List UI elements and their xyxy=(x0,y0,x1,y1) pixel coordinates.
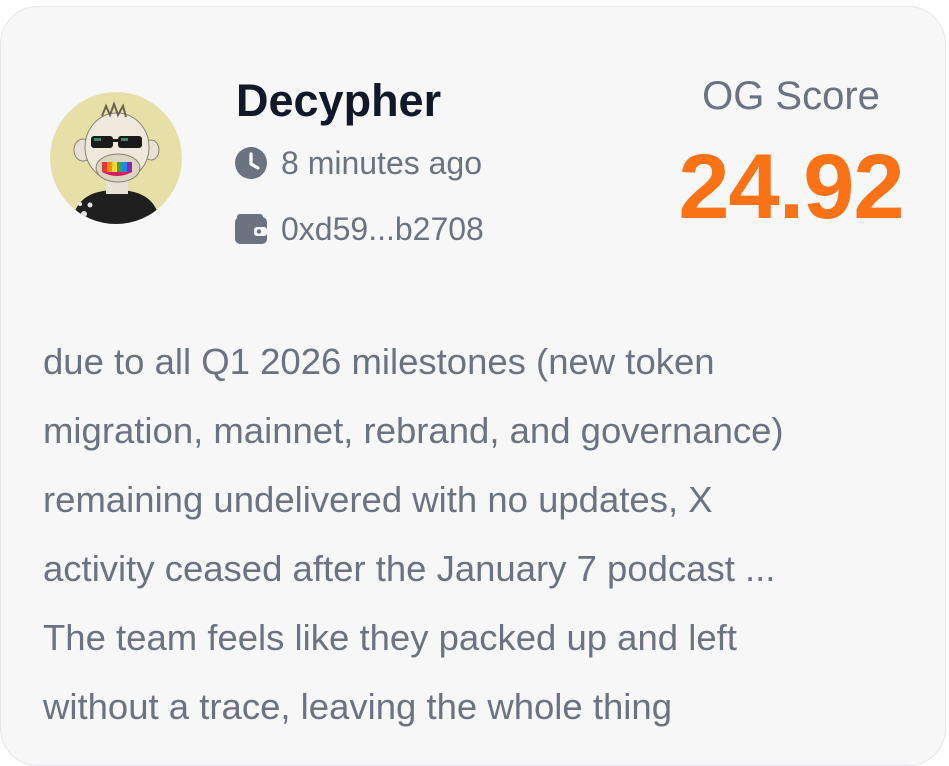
comment-line: The team feels like they packed up and l… xyxy=(43,617,737,658)
post-comment: due to all Q1 2026 milestones (new token… xyxy=(43,327,923,741)
wallet-address-text: 0xd59...b2708 xyxy=(281,211,484,247)
user-avatar[interactable] xyxy=(50,92,182,224)
username[interactable]: Decypher xyxy=(236,75,441,127)
post-time: 8 minutes ago xyxy=(234,143,482,183)
comment-line: without a trace, leaving the whole thing xyxy=(43,686,673,727)
comment-line: activity ceased after the January 7 podc… xyxy=(43,548,776,589)
wallet-icon xyxy=(234,212,268,246)
ape-avatar-icon xyxy=(50,92,182,224)
comment-line: migration, mainnet, rebrand, and governa… xyxy=(43,410,784,451)
comment-line: remaining undelivered with no updates, X xyxy=(43,479,713,520)
clock-icon xyxy=(234,146,268,180)
og-score-value: 24.92 xyxy=(678,136,904,238)
post-card: Decypher 8 minutes ago 0xd59...b2708 OG … xyxy=(0,6,946,766)
wallet-address[interactable]: 0xd59...b2708 xyxy=(234,209,484,249)
og-score-label: OG Score xyxy=(702,74,880,118)
comment-line: due to all Q1 2026 milestones (new token xyxy=(43,341,715,382)
time-ago-text: 8 minutes ago xyxy=(281,145,483,181)
